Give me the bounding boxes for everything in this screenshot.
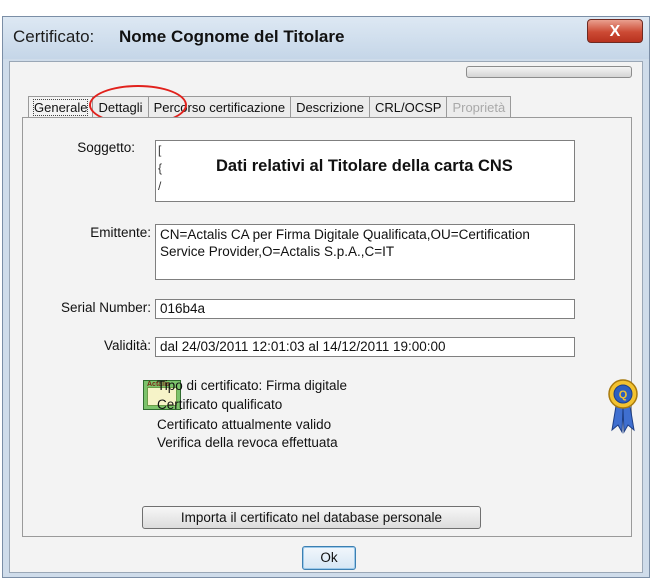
svg-text:Q: Q xyxy=(619,389,628,401)
dialog-client-area: Generale Dettagli Percorso certificazion… xyxy=(9,61,643,573)
soggetto-fragment: { xyxy=(158,161,163,175)
soggetto-field[interactable]: [ { / Dati relativi al Titolare della ca… xyxy=(155,140,575,202)
tab-dettagli[interactable]: Dettagli xyxy=(92,96,149,117)
certificate-holder-name: Nome Cognome del Titolare xyxy=(119,27,345,46)
cert-type-text: Tipo di certificato: Firma digitale xyxy=(157,378,348,393)
tab-descrizione[interactable]: Descrizione xyxy=(290,96,370,117)
tab-label: Descrizione xyxy=(296,100,364,115)
soggetto-fragment: / xyxy=(158,179,162,193)
cert-valid-text: Certificato attualmente valido xyxy=(157,417,332,432)
tab-label: Generale xyxy=(32,99,89,116)
certificate-dialog: Certificato: Nome Cognome del Titolare X… xyxy=(2,16,650,578)
cert-qualified-text: Certificato qualificato xyxy=(157,397,283,412)
close-button[interactable]: X xyxy=(587,19,643,43)
title-prefix: Certificato: xyxy=(13,27,95,46)
soggetto-fragment: [ xyxy=(158,143,162,157)
close-icon: X xyxy=(609,23,621,40)
soggetto-label: Soggetto: xyxy=(77,140,135,155)
serial-number-label: Serial Number: xyxy=(60,300,151,315)
validita-field[interactable]: dal 24/03/2011 12:01:03 al 14/12/2011 19… xyxy=(155,337,575,357)
qualified-medal-icon: Q xyxy=(608,379,638,434)
emittente-label: Emittente: xyxy=(90,225,151,240)
tab-label: Percorso certificazione xyxy=(153,100,286,115)
tab-strip: Generale Dettagli Percorso certificazion… xyxy=(28,96,512,118)
tab-proprieta: Proprietà xyxy=(446,96,512,117)
validita-label: Validità: xyxy=(103,338,151,353)
tab-panel-generale: Soggetto: [ { / Dati relativi al Titolar… xyxy=(22,117,638,537)
progress-bar xyxy=(466,66,632,78)
serial-number-field[interactable]: 016b4a xyxy=(155,299,575,319)
soggetto-overlay-text: Dati relativi al Titolare della carta CN… xyxy=(216,157,513,175)
tab-label: CRL/OCSP xyxy=(374,100,442,115)
tab-generale[interactable]: Generale xyxy=(28,96,94,118)
emittente-field[interactable]: CN=Actalis CA per Firma Digitale Qualifi… xyxy=(155,224,575,280)
ok-button[interactable]: Ok xyxy=(302,546,356,570)
tab-label: Dettagli xyxy=(98,100,143,115)
tab-label: Proprietà xyxy=(452,100,506,115)
import-certificate-button[interactable]: Importa il certificato nel database pers… xyxy=(142,506,481,529)
tab-percorso-certificazione[interactable]: Percorso certificazione xyxy=(147,96,292,117)
title-bar[interactable]: Certificato: Nome Cognome del Titolare X xyxy=(3,17,649,59)
tab-crl-ocsp[interactable]: CRL/OCSP xyxy=(368,96,448,117)
cert-revocation-text: Verifica della revoca effettuata xyxy=(157,435,338,450)
